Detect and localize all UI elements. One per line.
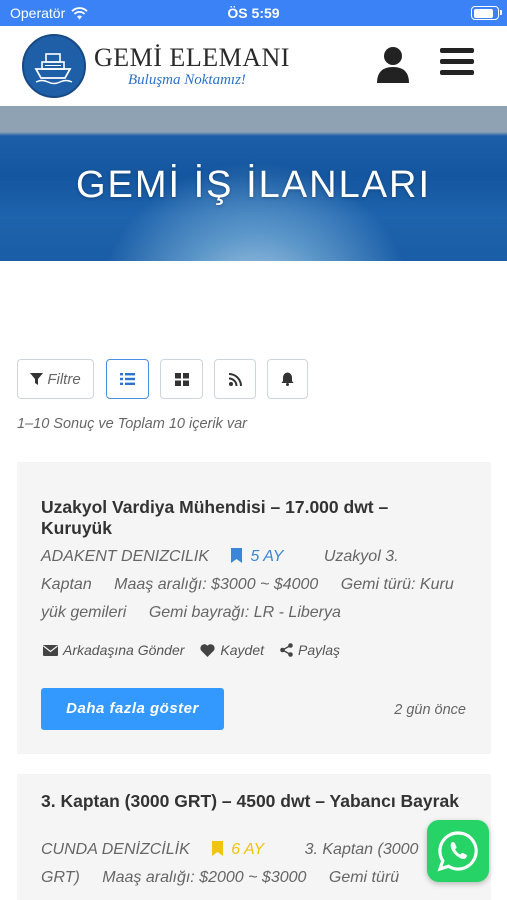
listing-actions: Arkadaşına Gönder Kaydet Paylaş bbox=[43, 642, 340, 658]
menu-bar bbox=[440, 59, 474, 64]
menu-bar bbox=[440, 48, 474, 53]
posted-time: 2 gün önce bbox=[394, 702, 466, 718]
share-label: Paylaş bbox=[298, 642, 341, 658]
show-more-button[interactable]: Daha fazla göster bbox=[41, 688, 224, 730]
heart-icon bbox=[200, 643, 216, 657]
filter-icon bbox=[30, 372, 44, 385]
ship-flag: Gemi bayrağı: LR - Liberya bbox=[148, 604, 341, 621]
rss-button[interactable] bbox=[214, 359, 256, 399]
save-button[interactable]: Kaydet bbox=[200, 642, 264, 658]
ship-icon bbox=[34, 53, 73, 85]
grid-view-button[interactable] bbox=[160, 359, 203, 399]
result-count: 1–10 Sonuç ve Toplam 10 içerik var bbox=[17, 416, 247, 432]
menu-bar bbox=[440, 70, 474, 75]
status-bar: Operatör ÖS 5:59 bbox=[0, 0, 507, 26]
user-icon bbox=[377, 47, 409, 83]
job-listing-card: 3. Kaptan (3000 GRT) – 4500 dwt – Yabanc… bbox=[17, 774, 491, 900]
salary-range: Maaş aralığı: $3000 ~ $4000 bbox=[114, 576, 319, 593]
logo-ship-icon[interactable] bbox=[22, 34, 86, 98]
filter-label: Filtre bbox=[47, 370, 81, 388]
save-label: Kaydet bbox=[220, 642, 264, 658]
battery-fill bbox=[473, 8, 493, 18]
company-name[interactable]: CUNDA DENİZCİLİK bbox=[41, 841, 190, 858]
share-button[interactable]: Paylaş bbox=[280, 642, 340, 658]
alert-button[interactable] bbox=[267, 359, 308, 399]
list-icon bbox=[120, 373, 135, 385]
job-title[interactable]: 3. Kaptan (3000 GRT) – 4500 dwt – Yabanc… bbox=[41, 791, 461, 812]
send-label: Arkadaşına Gönder bbox=[63, 642, 185, 658]
hero-banner: GEMİ İŞ İLANLARI bbox=[0, 106, 507, 261]
job-meta: ADAKENT DENIZCILIK 5 AY Uzakyol 3. Kapta… bbox=[41, 543, 471, 627]
site-header: GEMİ ELEMANI Buluşma Noktamız! bbox=[0, 26, 507, 106]
ship-type: Gemi türü bbox=[328, 869, 400, 886]
company-name[interactable]: ADAKENT DENIZCILIK bbox=[41, 548, 209, 565]
filter-button[interactable]: Filtre bbox=[17, 359, 94, 399]
envelope-icon bbox=[43, 644, 58, 656]
contract-duration: 5 AY bbox=[250, 548, 284, 565]
battery-icon bbox=[471, 6, 502, 20]
grid-icon bbox=[174, 372, 189, 386]
whatsapp-icon bbox=[437, 831, 478, 872]
whatsapp-button[interactable] bbox=[427, 820, 489, 882]
clock: ÖS 5:59 bbox=[227, 5, 280, 21]
logo-subtitle: Buluşma Noktamız! bbox=[128, 72, 246, 88]
bookmark-icon bbox=[231, 548, 243, 563]
account-button[interactable] bbox=[374, 44, 412, 84]
rss-icon bbox=[228, 372, 242, 386]
page-title: GEMİ İŞ İLANLARI bbox=[75, 164, 432, 206]
job-title[interactable]: Uzakyol Vardiya Mühendisi – 17.000 dwt –… bbox=[41, 497, 461, 539]
job-listing-card: Uzakyol Vardiya Mühendisi – 17.000 dwt –… bbox=[17, 462, 491, 754]
job-meta: CUNDA DENİZCİLİK 6 AY 3. Kaptan (3000 GR… bbox=[41, 836, 471, 892]
list-view-button[interactable] bbox=[106, 359, 149, 399]
menu-icon[interactable] bbox=[440, 48, 474, 80]
share-icon bbox=[280, 643, 293, 657]
bookmark-icon bbox=[212, 841, 224, 856]
salary-range: Maaş aralığı: $2000 ~ $3000 bbox=[102, 869, 307, 886]
logo-title[interactable]: GEMİ ELEMANI bbox=[94, 43, 290, 73]
send-to-friend-button[interactable]: Arkadaşına Gönder bbox=[43, 642, 184, 658]
contract-duration: 6 AY bbox=[231, 841, 265, 858]
bell-icon bbox=[281, 372, 294, 386]
